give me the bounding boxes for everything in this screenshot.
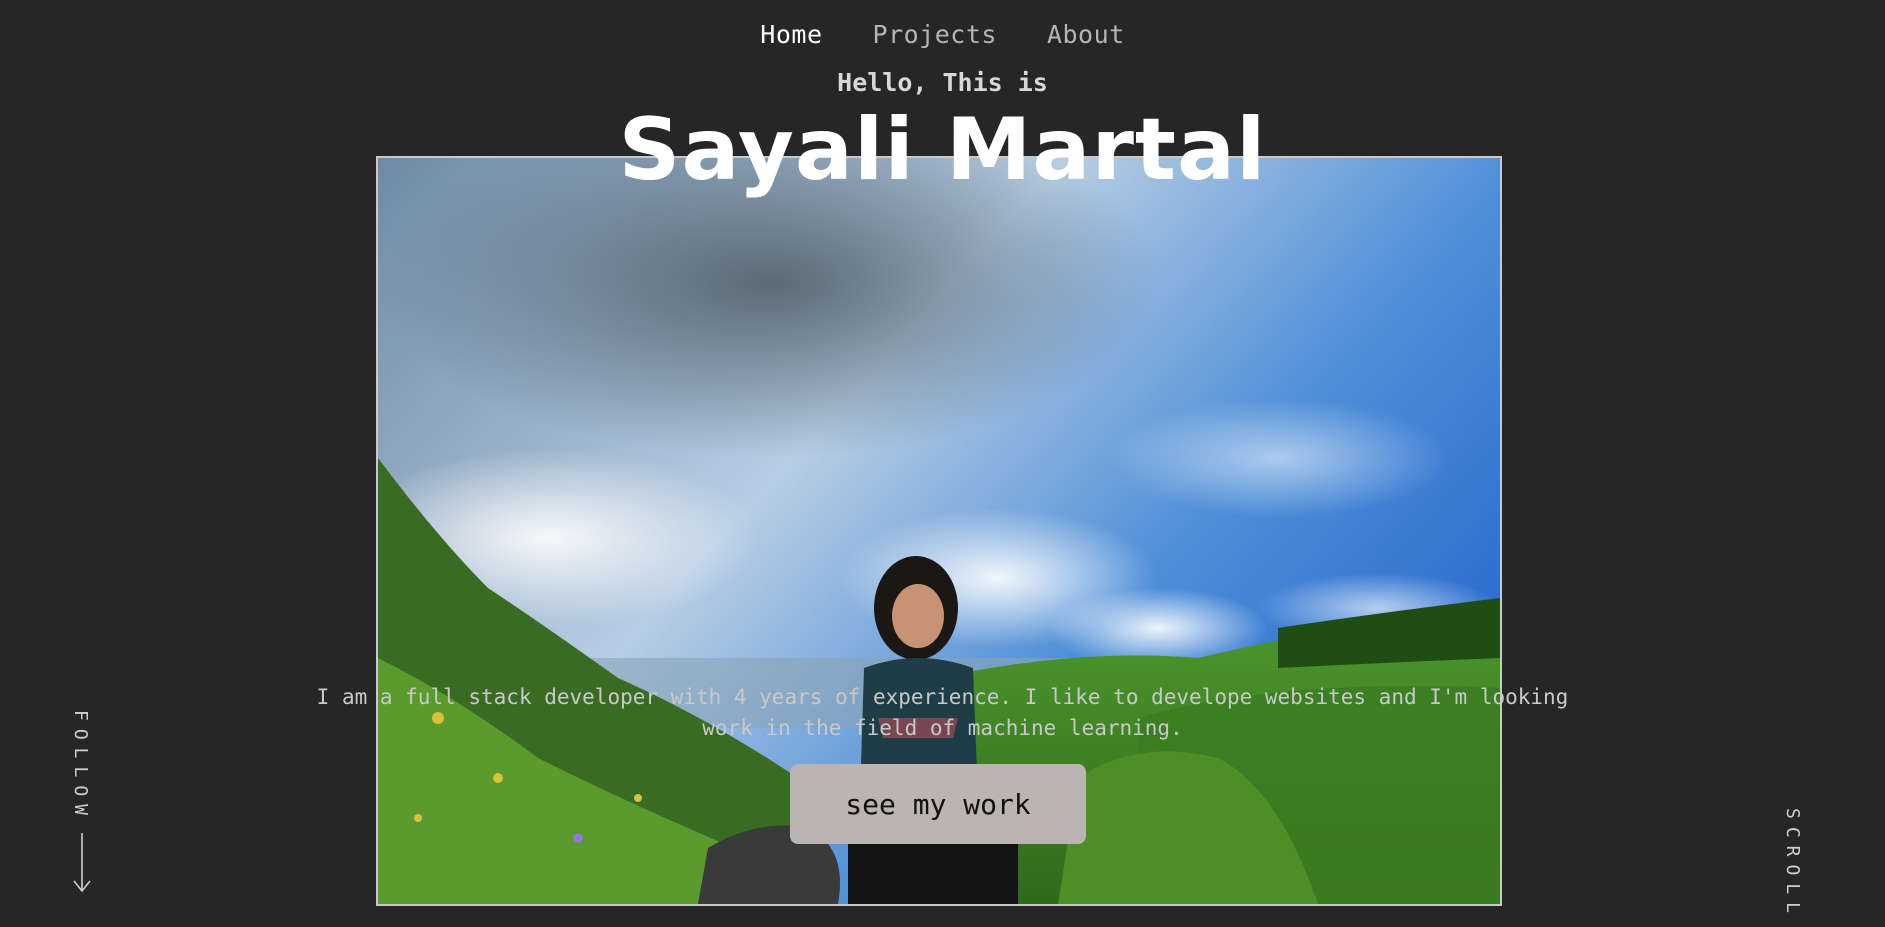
see-my-work-button[interactable]: see my work (790, 764, 1086, 844)
hero-greeting: Hello, This is (837, 68, 1048, 97)
intro-line-1: I am a full stack developer with 4 years… (316, 685, 1569, 709)
follow-section[interactable]: FOLLOW (70, 710, 94, 893)
hero-intro: I am a full stack developer with 4 years… (250, 682, 1635, 744)
arrow-down-icon (73, 833, 91, 893)
follow-label: FOLLOW (70, 710, 91, 824)
page: Home Projects About Hello, This is Sayal… (0, 0, 1885, 927)
nav-about-link[interactable]: About (1047, 20, 1125, 49)
scroll-label: SCROLL (1782, 808, 1803, 922)
scroll-indicator[interactable]: SCROLL (1782, 808, 1806, 921)
hero-name: Sayali Martal (618, 100, 1267, 200)
nav-home-link[interactable]: Home (760, 20, 822, 49)
nav-projects-link[interactable]: Projects (873, 20, 997, 49)
main-nav: Home Projects About (0, 20, 1885, 49)
intro-line-2: work in the field of machine learning. (702, 716, 1183, 740)
